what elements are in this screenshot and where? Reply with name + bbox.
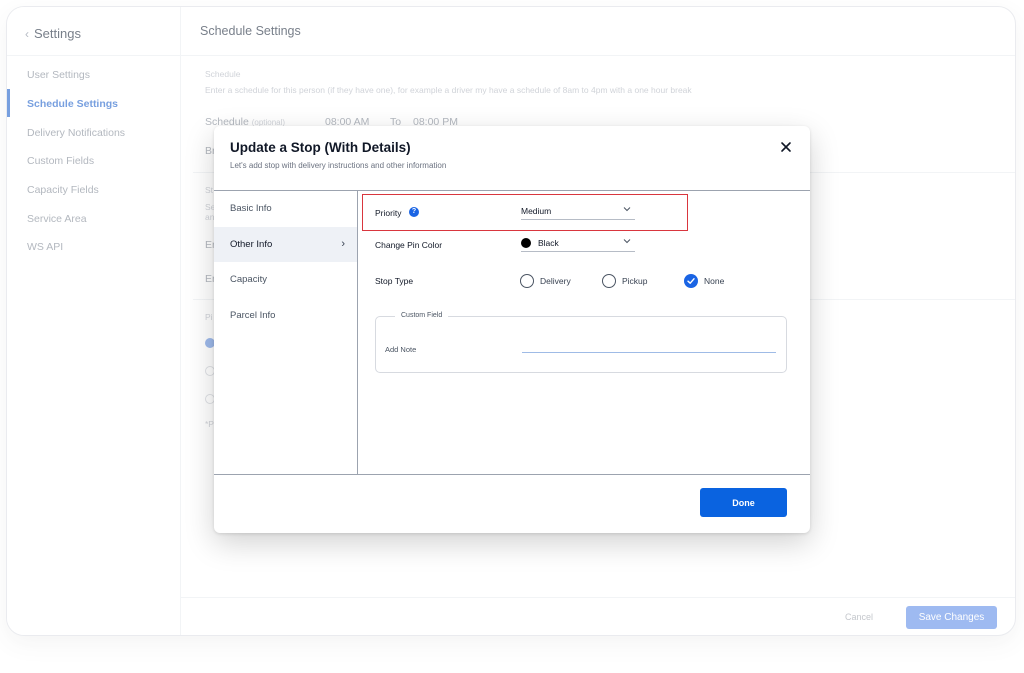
close-icon[interactable] [779,140,793,154]
done-button[interactable]: Done [700,488,787,517]
add-note-label: Add Note [385,345,417,354]
checkmark-icon [687,278,695,284]
tab-label: Other Info [230,239,273,250]
stop-type-delivery-label: Delivery [540,276,571,286]
stop-type-pickup-radio[interactable] [602,274,616,288]
pin-color-swatch [521,237,531,248]
pin-color-label: Change Pin Color [375,240,443,250]
stop-type-label: Stop Type [375,276,414,286]
add-note-input[interactable] [522,339,776,353]
stop-type-none-radio[interactable] [684,274,698,288]
help-icon[interactable]: ? [409,207,419,217]
priority-label: Priority [375,208,402,218]
stop-type-delivery-radio[interactable] [520,274,534,288]
stop-type-pickup-label: Pickup [622,276,648,286]
modal-subtitle: Let's add stop with delivery instruction… [230,161,447,170]
modal-footer-divider [214,474,810,475]
pin-color-select[interactable]: Black [521,234,635,252]
tab-basic-info[interactable]: Basic Info [214,191,357,226]
stop-type-none-label: None [704,276,725,286]
modal-tabs-divider [357,190,358,474]
tab-label: Basic Info [230,203,272,214]
chevron-down-icon [623,239,631,244]
update-stop-modal: Update a Stop (With Details) Let's add s… [214,126,810,533]
priority-value: Medium [521,205,552,216]
modal-title: Update a Stop (With Details) [230,140,411,155]
custom-field-legend: Custom Field [395,312,449,319]
tab-capacity[interactable]: Capacity [214,262,357,297]
pin-color-value: Black [538,237,559,248]
tab-label: Parcel Info [230,310,276,321]
tab-parcel-info[interactable]: Parcel Info [214,298,357,333]
tab-other-info[interactable]: Other Info › [214,227,357,262]
chevron-down-icon [623,207,631,212]
chevron-right-icon: › [341,238,345,250]
tab-label: Capacity [230,274,267,285]
custom-field-group: Custom Field Add Note [375,312,787,373]
priority-select[interactable]: Medium [521,202,635,220]
